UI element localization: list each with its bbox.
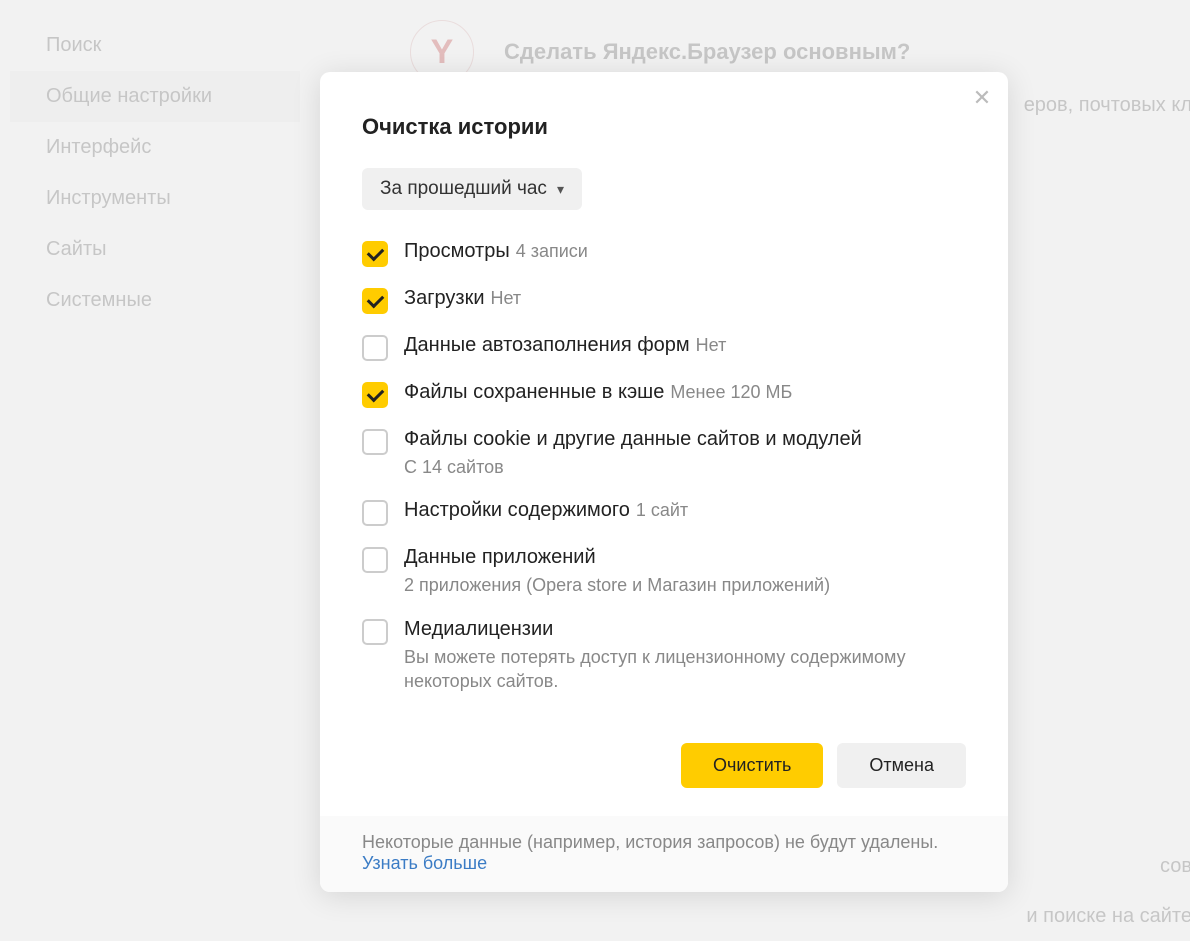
close-icon[interactable]: ✕ <box>970 86 994 110</box>
option-text: Просмотры 4 записи <box>404 240 966 263</box>
option-inline-info: Менее 120 МБ <box>670 382 792 402</box>
clear-button[interactable]: Очистить <box>681 743 823 788</box>
option-row: Медиалицензии Вы можете потерять доступ к… <box>362 618 966 694</box>
footer-note: Некоторые данные (например, история запр… <box>362 832 1008 853</box>
option-text: Данные автозаполнения форм Нет <box>404 334 966 357</box>
option-inline-info: Нет <box>491 288 522 308</box>
option-inline-info: Нет <box>696 335 727 355</box>
dialog-actions: Очистить Отмена <box>320 713 1008 816</box>
option-inline-info: 1 сайт <box>636 500 688 520</box>
option-label: Настройки содержимого <box>404 499 630 521</box>
option-label: Файлы cookie и другие данные сайтов и мо… <box>404 428 862 450</box>
option-checkbox[interactable] <box>362 429 388 455</box>
option-row: Файлы cookie и другие данные сайтов и мо… <box>362 428 966 479</box>
option-row: Загрузки Нет <box>362 287 966 314</box>
option-text: Данные приложений 2 приложения (Opera sto… <box>404 546 966 597</box>
option-text: Загрузки Нет <box>404 287 966 310</box>
option-row: Файлы сохраненные в кэше Менее 120 МБ <box>362 381 966 408</box>
clear-history-dialog: ✕ Очистка истории За прошедший час ▾ Про… <box>320 72 1008 892</box>
option-inline-info: 4 записи <box>516 241 588 261</box>
option-label: Данные приложений <box>404 546 596 568</box>
option-row: Просмотры 4 записи <box>362 240 966 267</box>
learn-more-link[interactable]: Узнать больше <box>362 853 487 873</box>
option-checkbox[interactable] <box>362 382 388 408</box>
option-label: Загрузки <box>404 287 485 309</box>
options-list: Просмотры4 записиЗагрузкиНетДанные автоз… <box>362 240 966 693</box>
option-checkbox[interactable] <box>362 619 388 645</box>
option-checkbox[interactable] <box>362 288 388 314</box>
option-row: Данные приложений 2 приложения (Opera sto… <box>362 546 966 597</box>
option-checkbox[interactable] <box>362 241 388 267</box>
dialog-footer: Некоторые данные (например, история запр… <box>320 816 1008 892</box>
option-label: Медиалицензии <box>404 618 553 640</box>
option-checkbox[interactable] <box>362 335 388 361</box>
option-row: Настройки содержимого 1 сайт <box>362 499 966 526</box>
option-text: Настройки содержимого 1 сайт <box>404 499 966 522</box>
time-range-select[interactable]: За прошедший час ▾ <box>362 168 582 210</box>
option-label: Просмотры <box>404 240 510 262</box>
option-text: Медиалицензии Вы можете потерять доступ к… <box>404 618 966 694</box>
option-label: Файлы сохраненные в кэше <box>404 381 664 403</box>
option-label: Данные автозаполнения форм <box>404 334 690 356</box>
option-text: Файлы cookie и другие данные сайтов и мо… <box>404 428 966 479</box>
option-subtext: 2 приложения (Opera store и Магазин прил… <box>404 573 966 597</box>
option-subtext: Вы можете потерять доступ к лицензионном… <box>404 645 966 694</box>
chevron-down-icon: ▾ <box>557 181 564 198</box>
option-row: Данные автозаполнения форм Нет <box>362 334 966 361</box>
option-text: Файлы сохраненные в кэше Менее 120 МБ <box>404 381 966 404</box>
option-checkbox[interactable] <box>362 547 388 573</box>
cancel-button[interactable]: Отмена <box>837 743 966 788</box>
time-range-label: За прошедший час <box>380 178 547 200</box>
dialog-title: Очистка истории <box>362 114 966 140</box>
option-checkbox[interactable] <box>362 500 388 526</box>
option-subtext: С 14 сайтов <box>404 455 966 479</box>
